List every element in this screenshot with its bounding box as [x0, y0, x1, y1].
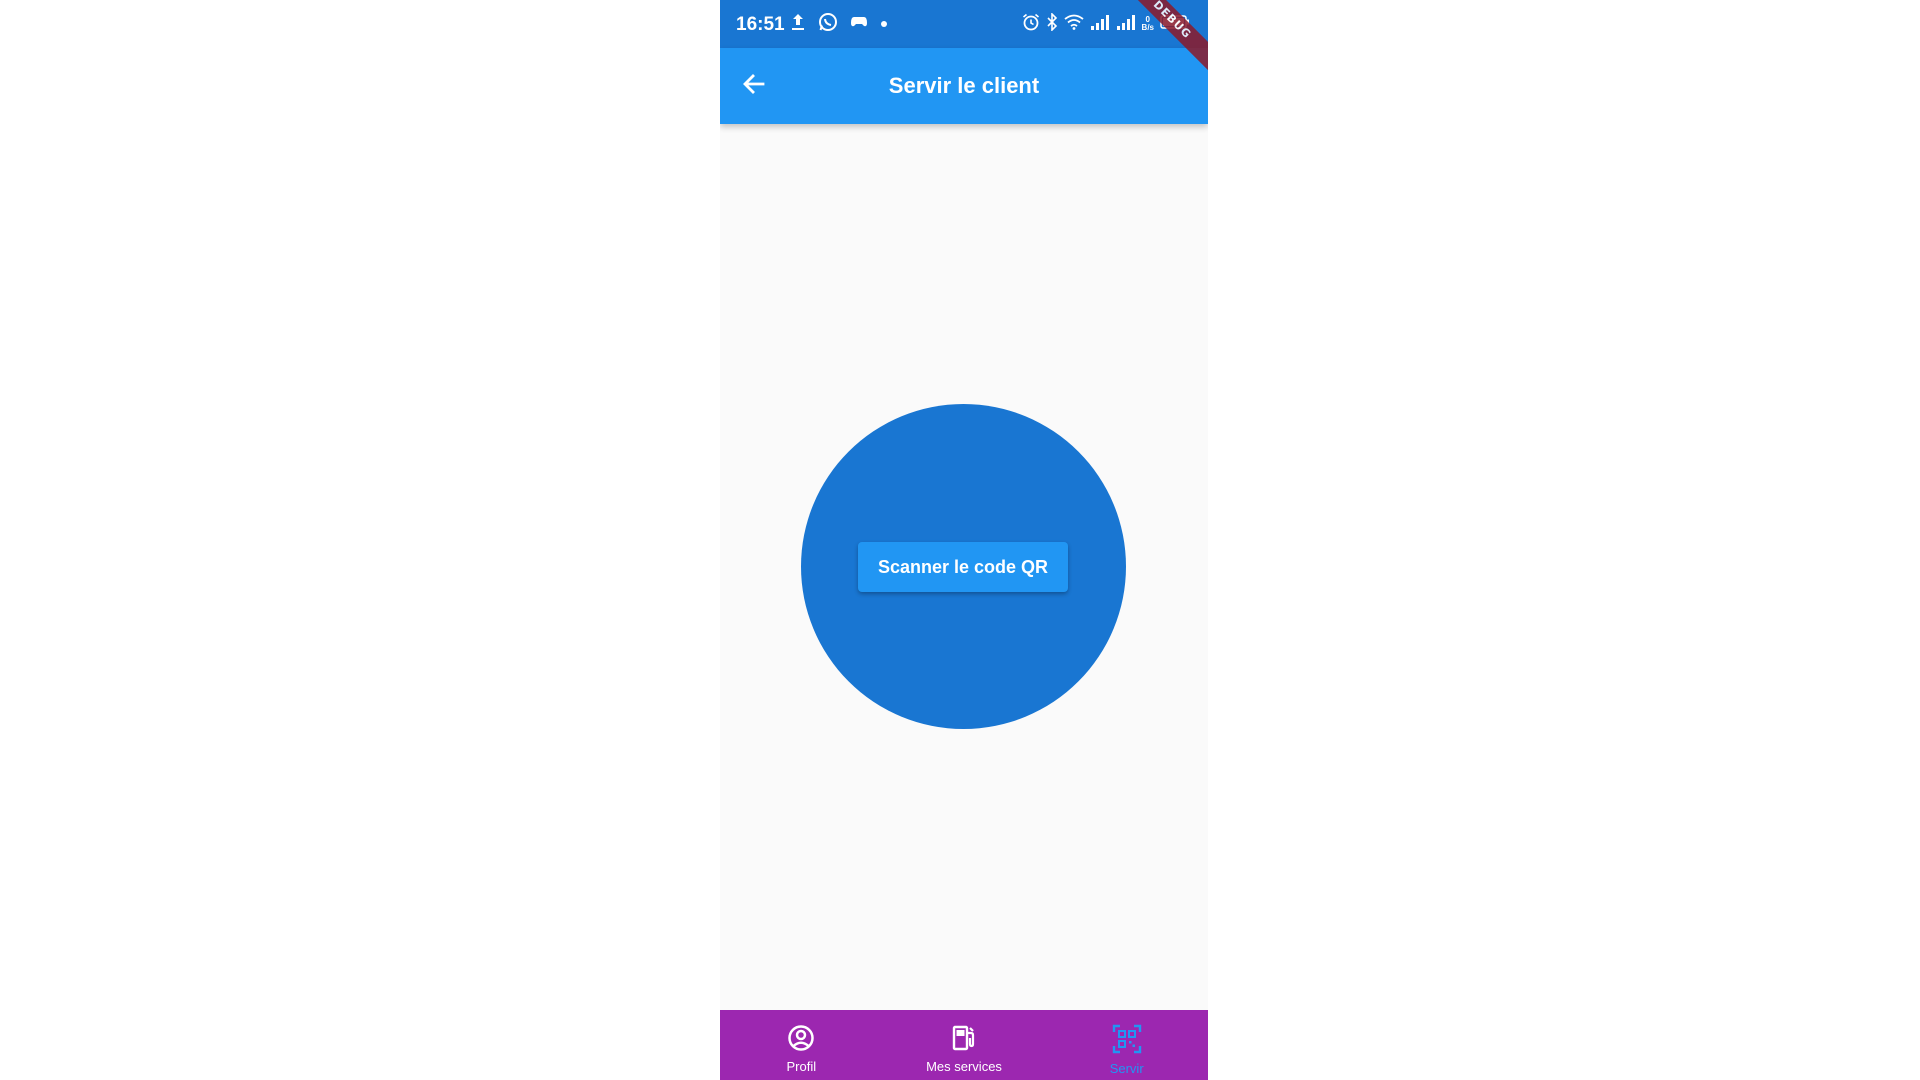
- account-circle-icon: [787, 1024, 815, 1057]
- upload-icon: [790, 13, 806, 36]
- fuel-station-icon: [950, 1024, 978, 1057]
- nav-item-profil[interactable]: Profil: [720, 1010, 883, 1080]
- alarm-icon: [1022, 13, 1040, 36]
- bluetooth-icon: [1046, 11, 1058, 36]
- whatsapp-icon: [818, 12, 838, 37]
- nav-label-mes-services: Mes services: [926, 1059, 1002, 1074]
- nav-item-mes-services[interactable]: Mes services: [883, 1010, 1046, 1080]
- bottom-navigation: Profil Mes services Servir: [720, 1010, 1208, 1080]
- network-speed-unit: B/s: [1141, 23, 1154, 32]
- network-speed: 0 B/s: [1142, 16, 1154, 32]
- main-content: Scanner le code QR: [720, 124, 1208, 1010]
- status-time: 16:51: [736, 14, 785, 35]
- page-title: Servir le client: [888, 73, 1040, 98]
- nav-label-servir: Servir: [1109, 1061, 1144, 1076]
- scan-qr-button[interactable]: Scanner le code QR: [858, 542, 1068, 592]
- gamepad-icon: [850, 15, 868, 34]
- phone-screen: 16:51 0 B/s DEBUG Servir le client Scann…: [720, 0, 1208, 1080]
- status-notification-icons: [790, 12, 888, 36]
- status-bar: 16:51 0 B/s DEBUG: [720, 0, 1208, 77]
- qr-scanner-icon: [1112, 1024, 1142, 1059]
- signal-icon: [1116, 14, 1136, 35]
- wifi-icon: [1063, 14, 1084, 35]
- signal-icon: [1090, 14, 1110, 35]
- app-bar: Servir le client: [720, 48, 1208, 124]
- nav-label-profil: Profil: [786, 1059, 817, 1074]
- nav-item-servir[interactable]: Servir: [1045, 1010, 1208, 1080]
- dot-icon: [880, 15, 888, 33]
